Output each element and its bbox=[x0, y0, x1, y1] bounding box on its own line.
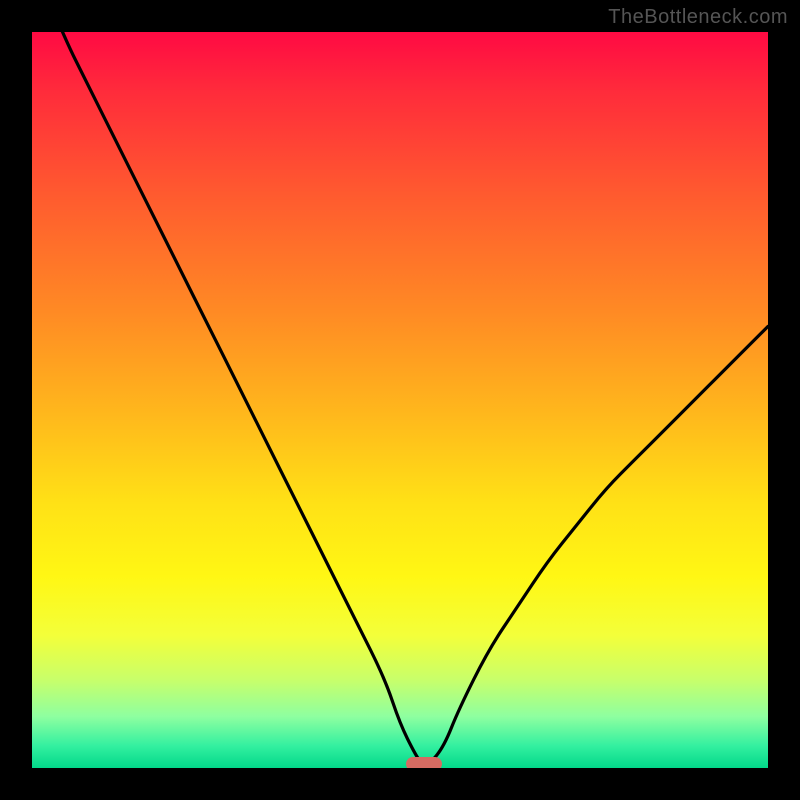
bottleneck-curve bbox=[32, 32, 768, 768]
plot-area bbox=[32, 32, 768, 768]
watermark-text: TheBottleneck.com bbox=[608, 6, 788, 29]
curve-path bbox=[32, 32, 768, 764]
optimum-marker bbox=[406, 757, 442, 768]
chart-frame: TheBottleneck.com bbox=[0, 0, 800, 800]
